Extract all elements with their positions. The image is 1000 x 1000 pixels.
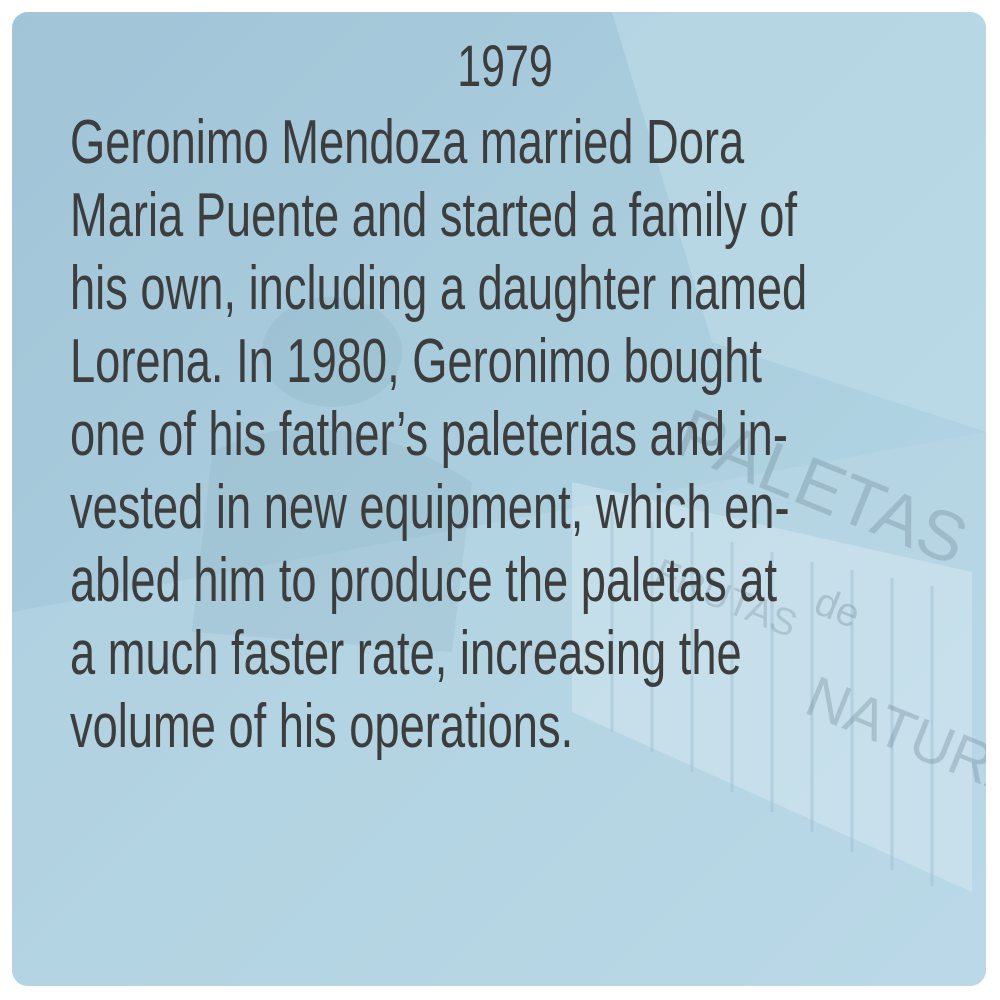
story-text-block: 1979 Geronimo Mendoza married Dora Maria…: [70, 36, 940, 763]
year-heading: 1979: [457, 34, 553, 99]
paragraph-line: Lorena. In 1980, Geronimo bought: [70, 327, 762, 396]
paragraph-line: his own, including a daughter named: [70, 254, 808, 323]
paragraph-line: abled him to produce the paletas at: [70, 546, 778, 615]
story-paragraph: Geronimo Mendoza married Dora Maria Puen…: [70, 106, 924, 763]
paragraph-line: Maria Puente and started a family of: [70, 181, 798, 250]
paragraph-line: a much faster rate, increasing the: [70, 619, 742, 688]
paragraph-line: vested in new equipment, which en-: [70, 473, 790, 542]
story-card: PALETAS de FRUTAS NATURALES 1979 Geronim…: [12, 12, 986, 986]
paragraph-line: one of his father’s paleterias and in-: [70, 400, 788, 469]
paragraph-line: volume of his operations.: [70, 692, 574, 761]
paragraph-line: Geronimo Mendoza married Dora: [70, 108, 745, 177]
